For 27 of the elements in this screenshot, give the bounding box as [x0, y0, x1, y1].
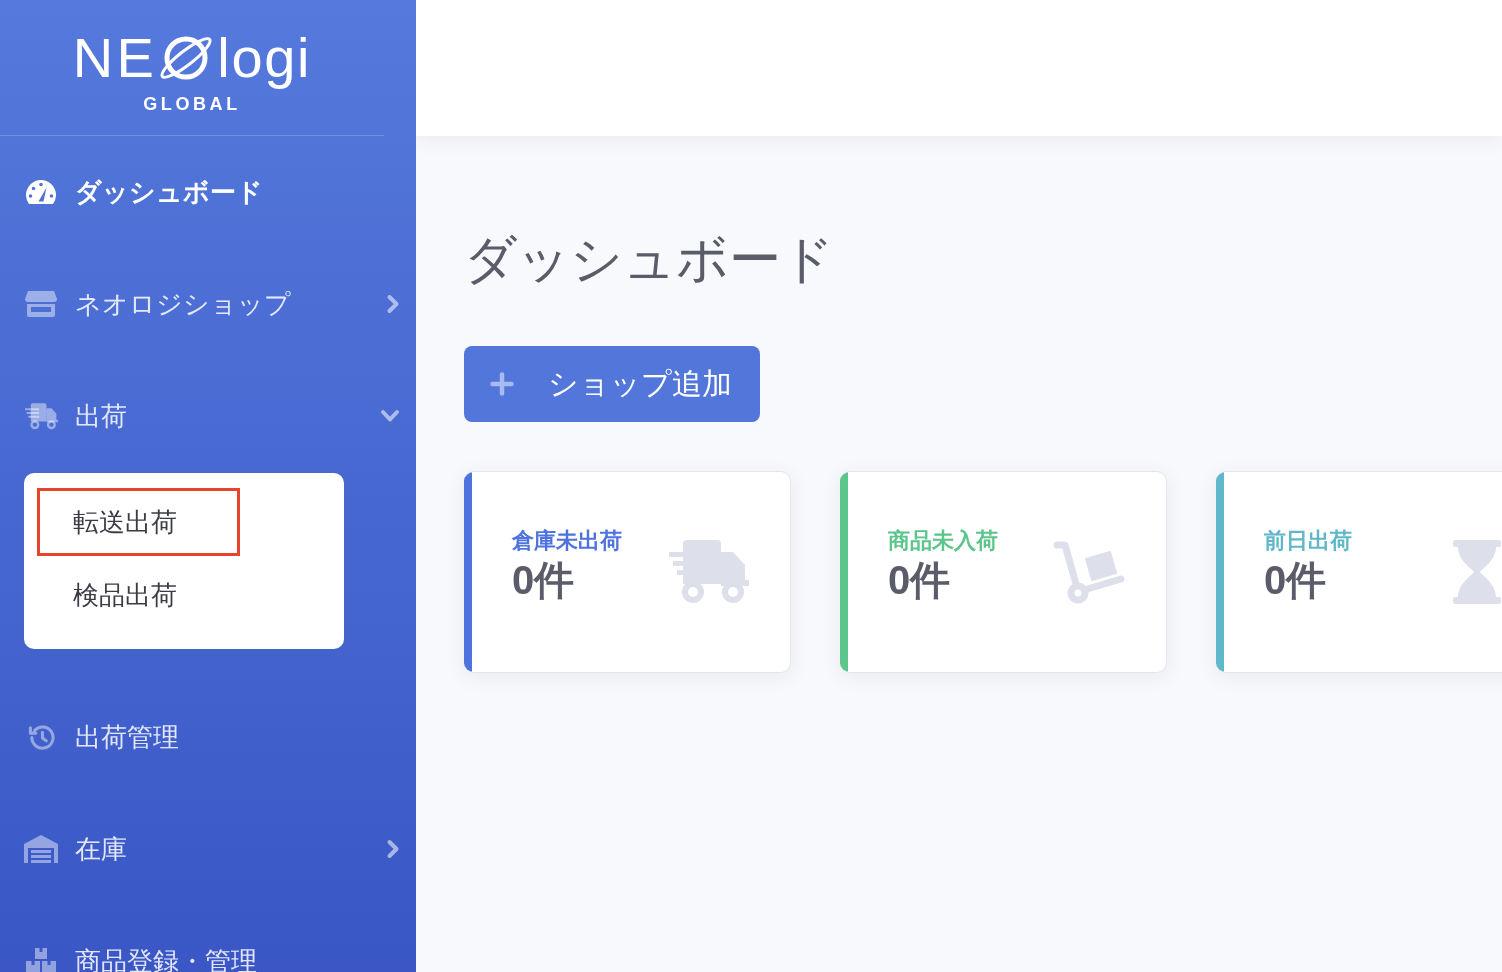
card-value: 0件: [1264, 556, 1328, 604]
boxes-icon: [26, 948, 56, 972]
truck-icon: [24, 402, 58, 430]
gauge-icon: [26, 180, 56, 204]
logo-text: NE: [72, 30, 158, 86]
card-value: 0件: [888, 556, 952, 604]
page-title: ダッシュボード: [464, 229, 834, 290]
planet-icon: [159, 34, 214, 82]
add-shop-button[interactable]: ショップ追加: [464, 346, 760, 423]
nav-item[interactable]: ダッシュボード: [0, 136, 416, 248]
history-icon: [27, 723, 55, 751]
card-label: 倉庫未出荷: [512, 527, 622, 556]
plus-icon: [490, 372, 514, 397]
card-label: 商品未入荷: [888, 527, 998, 556]
card-value: 0件: [512, 556, 576, 604]
logo-subtitle: GLOBAL: [143, 95, 241, 113]
nav-item[interactable]: 出荷管理: [0, 681, 416, 793]
card-label: 前日出荷: [1264, 527, 1352, 556]
submenu-item[interactable]: 転送出荷: [37, 488, 240, 556]
nav-item[interactable]: 出荷: [0, 360, 416, 472]
truck-icon: [669, 540, 749, 605]
warehouse-icon: [24, 835, 58, 863]
nav-item[interactable]: ネオロジショップ: [0, 248, 416, 360]
submenu-item[interactable]: 検品出荷: [37, 561, 240, 629]
nav-item[interactable]: 在庫: [0, 793, 416, 905]
hand-truck-icon: [1053, 540, 1125, 605]
store-icon: [25, 291, 57, 317]
